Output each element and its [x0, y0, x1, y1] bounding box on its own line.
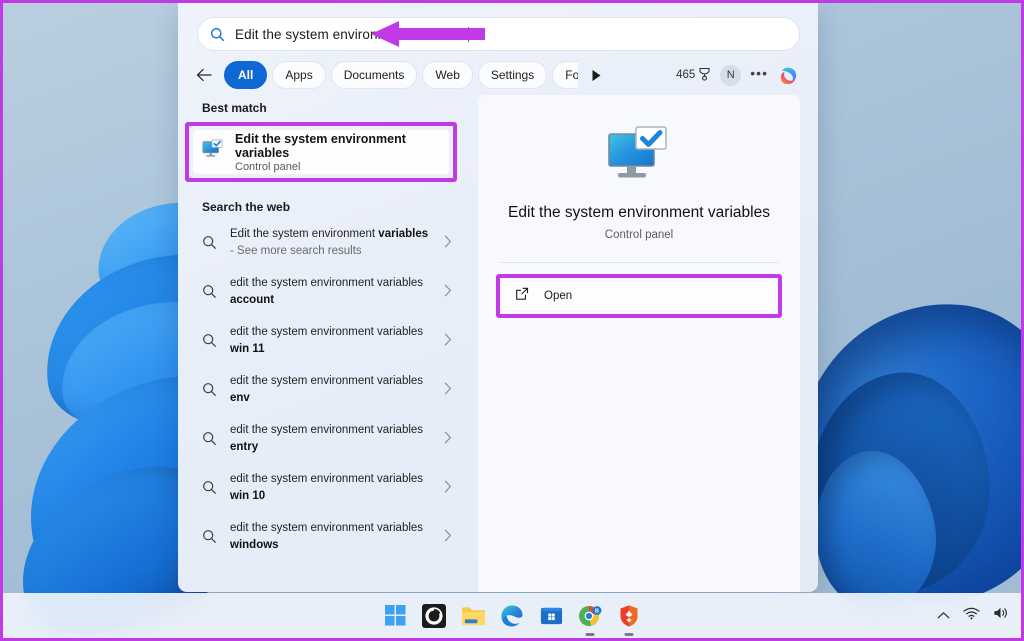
- windows-search-panel: Edit the system environment variables Al…: [178, 3, 818, 592]
- filter-tabs: All Apps Documents Web Settings Folders …: [224, 61, 578, 89]
- web-search-result-label: edit the system environment variables wi…: [230, 471, 431, 504]
- chrome-browser-icon[interactable]: B: [577, 603, 603, 629]
- running-indicator: [625, 633, 634, 636]
- show-hidden-icons-chevron[interactable]: [937, 607, 950, 625]
- chevron-right-icon: [444, 284, 452, 300]
- chevron-right-icon: [444, 529, 452, 545]
- brave-browser-icon[interactable]: [616, 603, 642, 629]
- control-panel-monitor-icon: [202, 139, 224, 165]
- more-options-icon[interactable]: •••: [750, 68, 768, 82]
- best-match-heading: Best match: [202, 101, 478, 115]
- wifi-icon[interactable]: [963, 607, 980, 625]
- tab-apps[interactable]: Apps: [272, 61, 325, 89]
- chevron-right-icon: [444, 431, 452, 447]
- open-button[interactable]: Open: [504, 282, 774, 310]
- web-search-result[interactable]: edit the system environment variables ac…: [192, 267, 460, 316]
- web-search-result[interactable]: edit the system environment variables wi…: [192, 463, 460, 512]
- search-input[interactable]: Edit the system environment variables: [198, 18, 799, 50]
- microsoft-store-icon[interactable]: [538, 603, 564, 629]
- best-match-highlight: Edit the system environment variables Co…: [185, 122, 457, 182]
- rewards-points-value: 465: [676, 69, 695, 81]
- web-search-result[interactable]: edit the system environment variables en…: [192, 365, 460, 414]
- chevron-right-icon: [444, 382, 452, 398]
- svg-text:B: B: [595, 608, 599, 614]
- preview-panel: Edit the system environment variables Co…: [478, 95, 800, 592]
- file-explorer-icon[interactable]: [460, 603, 486, 629]
- search-icon: [210, 27, 225, 42]
- magnifier-icon: [202, 333, 217, 348]
- system-tray: [937, 606, 1009, 625]
- web-search-result[interactable]: Edit the system environment variables - …: [192, 218, 460, 267]
- volume-icon[interactable]: [993, 606, 1009, 625]
- divider: [499, 262, 779, 263]
- search-box-row: Edit the system environment variables: [198, 18, 799, 50]
- web-search-result[interactable]: edit the system environment variables wi…: [192, 316, 460, 365]
- open-action-highlight: Open: [496, 274, 782, 318]
- results-column: Best match: [178, 95, 478, 592]
- chevron-right-icon: [444, 480, 452, 496]
- web-search-result[interactable]: edit the system environment variables wi…: [192, 512, 460, 561]
- control-panel-monitor-icon: [606, 125, 672, 187]
- preview-subtitle: Control panel: [496, 229, 782, 241]
- desktop-screen: Edit the system environment variables Al…: [0, 0, 1024, 641]
- preview-title: Edit the system environment variables: [496, 204, 782, 222]
- magnifier-icon: [202, 529, 217, 544]
- tab-documents[interactable]: Documents: [331, 61, 418, 89]
- copilot-icon[interactable]: [777, 64, 800, 87]
- edge-browser-icon[interactable]: [499, 603, 525, 629]
- external-link-icon: [515, 287, 529, 306]
- magnifier-icon: [202, 235, 217, 250]
- tab-all[interactable]: All: [224, 61, 267, 89]
- running-indicator: [586, 633, 595, 636]
- web-search-result-label: edit the system environment variables wi…: [230, 520, 431, 553]
- magnifier-icon: [202, 480, 217, 495]
- rewards-points[interactable]: 465: [676, 67, 711, 84]
- tab-folders[interactable]: Folders: [552, 61, 578, 89]
- tab-settings[interactable]: Settings: [478, 61, 547, 89]
- dark-app-icon[interactable]: [421, 603, 447, 629]
- avatar[interactable]: N: [720, 65, 741, 86]
- magnifier-icon: [202, 431, 217, 446]
- web-search-result-label: edit the system environment variables en…: [230, 422, 431, 455]
- rewards-medal-icon: [698, 67, 711, 84]
- chevron-right-icon: [444, 235, 452, 251]
- start-button[interactable]: [382, 603, 408, 629]
- filter-bar-right: 465 N •••: [676, 64, 806, 87]
- play-arrow-icon[interactable]: [586, 61, 606, 89]
- best-match-subtitle: Control panel: [235, 161, 440, 173]
- magnifier-icon: [202, 382, 217, 397]
- search-input-value: Edit the system environment variables: [235, 27, 467, 42]
- web-search-result-label: edit the system environment variables ac…: [230, 275, 431, 308]
- tab-web[interactable]: Web: [422, 61, 472, 89]
- best-match-title: Edit the system environment variables: [235, 132, 440, 160]
- web-search-result-label: edit the system environment variables en…: [230, 373, 431, 406]
- open-button-label: Open: [544, 290, 572, 302]
- magnifier-icon: [202, 284, 217, 299]
- web-search-result-label: edit the system environment variables wi…: [230, 324, 431, 357]
- taskbar: B: [3, 593, 1021, 638]
- web-search-result-label: Edit the system environment variables - …: [230, 226, 431, 259]
- best-match-result[interactable]: Edit the system environment variables Co…: [193, 130, 449, 174]
- chevron-right-icon: [444, 333, 452, 349]
- text-caret: [468, 27, 469, 42]
- web-search-result[interactable]: edit the system environment variables en…: [192, 414, 460, 463]
- back-arrow-icon[interactable]: [190, 61, 218, 89]
- web-results-list: Edit the system environment variables - …: [202, 218, 478, 561]
- search-filter-bar: All Apps Documents Web Settings Folders …: [190, 59, 806, 91]
- search-web-heading: Search the web: [202, 200, 478, 214]
- taskbar-apps: B: [382, 603, 642, 629]
